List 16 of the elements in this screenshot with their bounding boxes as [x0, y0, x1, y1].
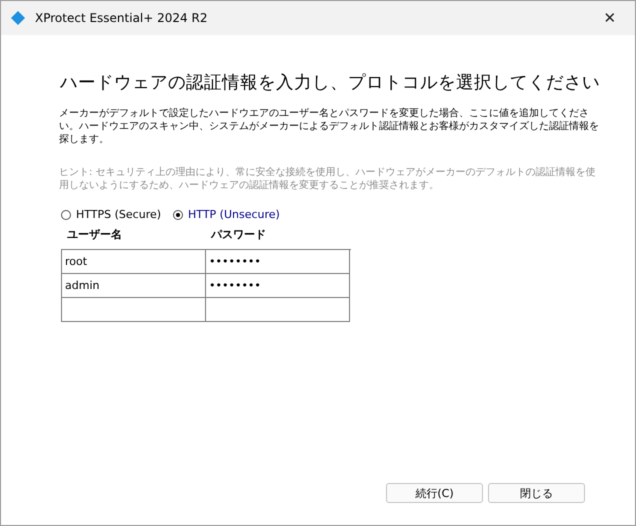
- username-field[interactable]: admin: [62, 274, 206, 298]
- close-button[interactable]: ✕: [595, 4, 625, 32]
- heading: ハードウェアの認証情報を入力し、プロトコルを選択してください: [60, 72, 600, 95]
- diamond-icon: [11, 11, 25, 25]
- close-dialog-button[interactable]: 閉じる: [488, 483, 585, 503]
- column-header: パスワード: [210, 227, 267, 242]
- password-field[interactable]: ••••••••: [206, 274, 350, 298]
- username-field[interactable]: root: [62, 250, 206, 274]
- column-header: ユーザー名: [66, 227, 123, 242]
- hint-text: ヒント: セキュリティ上の理由により、常に安全な接続を使用し、ハードウェアがメーカーのデフォルトの認証情報を使用しないようにするため、ハードウェアの認証情報を変更することが推奨されます。: [59, 166, 597, 192]
- password-field[interactable]: ••••••••: [206, 250, 350, 274]
- empty-field[interactable]: [206, 298, 350, 322]
- continue-button[interactable]: 続行(C): [386, 483, 483, 503]
- empty-field[interactable]: [62, 298, 206, 322]
- description: メーカーがデフォルトで設定したハードウエアのユーザー名とパスワードを変更した場合、ここに値を追加してください。ハードウエアのスキャン中、システムがメーカーによるデフォルト認証情報とお客様がカスタマイズした認証情報を探します。: [59, 107, 599, 146]
- window-title: XProtect Essential+ 2024 R2: [35, 11, 208, 25]
